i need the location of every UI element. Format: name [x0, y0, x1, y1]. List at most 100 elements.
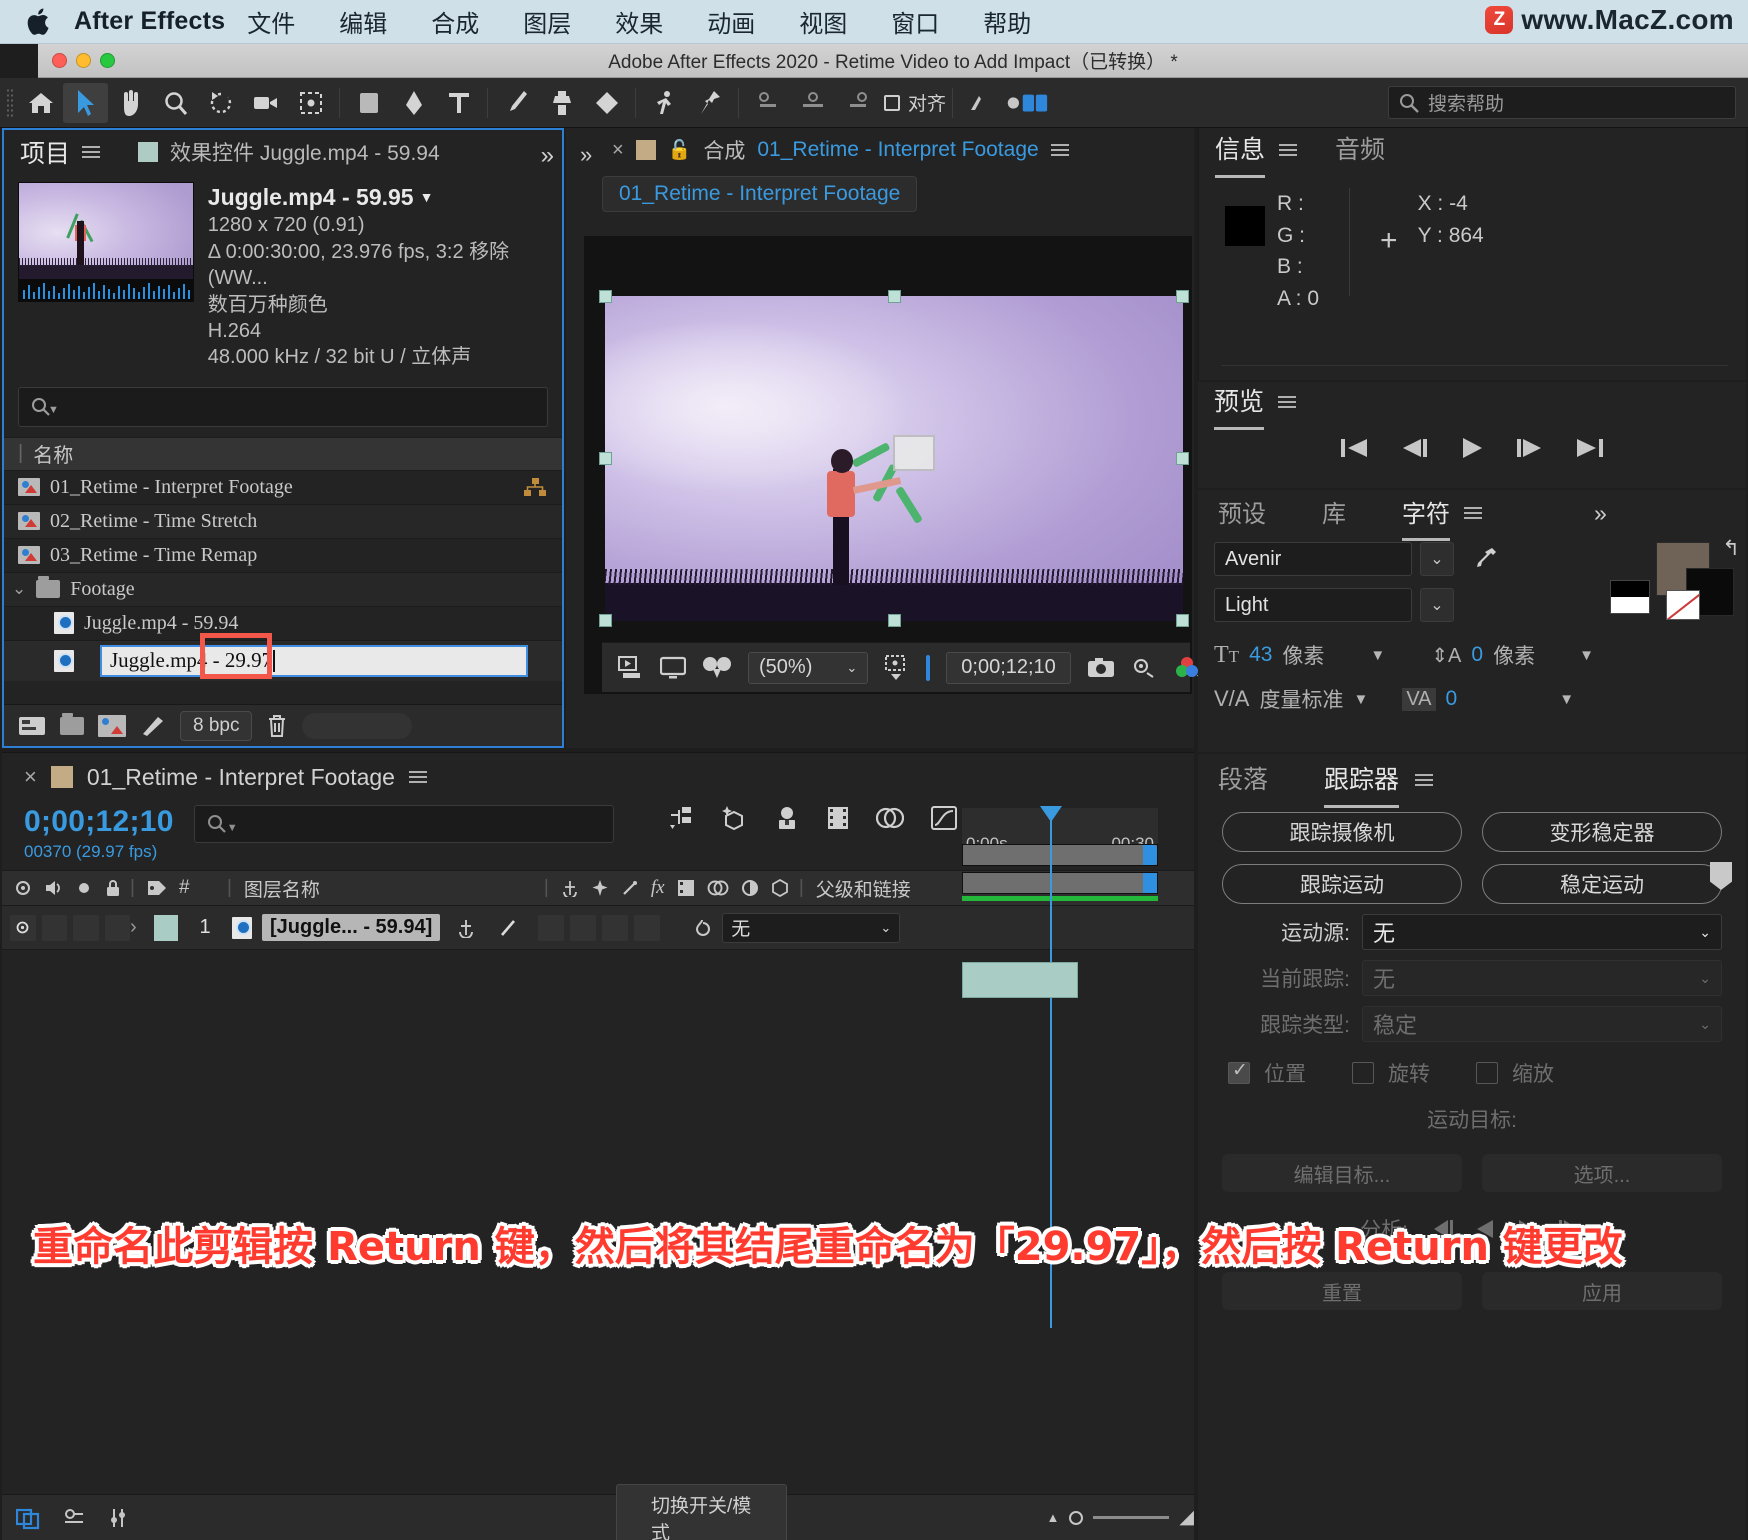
footage-dropdown-icon[interactable]: ▼ [420, 188, 434, 206]
time-ruler[interactable]: 0:00s 00:30 [962, 808, 1158, 866]
lock-icon[interactable]: 🔓 [668, 138, 692, 162]
last-frame-icon[interactable] [1575, 436, 1605, 460]
timeline-current-time[interactable]: 0;00;12;10 [24, 805, 174, 839]
hand-tool-icon[interactable] [108, 83, 153, 123]
composition-mini-flowchart-icon[interactable] [668, 806, 694, 830]
menu-item-view[interactable]: 视图 [777, 4, 869, 39]
swap-colors-icon[interactable]: ↰ [1722, 536, 1740, 561]
delete-icon[interactable] [266, 714, 288, 738]
tab-audio[interactable]: 音频 [1335, 130, 1385, 170]
project-rename-row[interactable]: Juggle.mp4 - 29.97 [4, 632, 562, 681]
menu-item-file[interactable]: 文件 [225, 4, 317, 39]
tab-paragraph[interactable]: 段落 [1218, 760, 1268, 800]
toggle-switches-modes-button[interactable]: 切换开关/模式 [616, 1483, 787, 1540]
comp-flowchart-icon[interactable] [524, 477, 546, 498]
black-white-swatch-icon[interactable] [1610, 580, 1650, 614]
kerning-value[interactable]: 度量标准 [1259, 684, 1343, 714]
zoom-in-icon[interactable]: ◢ [1179, 1506, 1194, 1529]
timeline-search-dropdown-icon[interactable]: ▼ [227, 822, 238, 834]
selection-handle[interactable] [888, 290, 901, 303]
project-item-row[interactable]: 01_Retime - Interpret Footage [4, 471, 562, 505]
graph-editor-icon[interactable] [930, 805, 958, 831]
info-panel-menu-icon[interactable] [1279, 141, 1298, 159]
project-footer-pill[interactable] [302, 712, 413, 739]
zoom-tool-icon[interactable] [153, 83, 198, 123]
tab-effect-controls[interactable]: 效果控件 Juggle.mp4 - 59.94 [170, 137, 440, 167]
layer-audio-toggle[interactable] [41, 914, 67, 941]
menu-item-animation[interactable]: 动画 [685, 4, 777, 39]
layer-duration-bar[interactable] [962, 962, 1078, 998]
work-area-end-handle[interactable] [1143, 845, 1157, 865]
selection-handle[interactable] [599, 290, 612, 303]
layer-disclosure-icon[interactable]: › [130, 916, 154, 939]
project-folder-row[interactable]: ⌄ Footage [4, 572, 562, 607]
first-frame-icon[interactable] [1339, 436, 1369, 460]
font-style-input[interactable]: Light [1214, 588, 1412, 622]
layer-lock-toggle[interactable] [104, 914, 130, 941]
panel-expand-chevron-icon[interactable]: » [541, 142, 554, 170]
motion-source-select[interactable]: 无 ⌄ [1362, 914, 1722, 950]
pen-tool-icon[interactable] [391, 83, 436, 123]
stabilize-motion-button[interactable]: 稳定运动 [1482, 864, 1722, 904]
clone-stamp-tool-icon[interactable] [539, 83, 584, 123]
timeline-zoom-slider[interactable]: ▲ ◢ [1047, 1506, 1195, 1529]
timeline-search-input[interactable]: ▼ [193, 805, 614, 843]
tab-tracker[interactable]: 跟踪器 [1324, 760, 1400, 808]
column-name-label[interactable]: 名称 [33, 439, 73, 468]
workspace-settings-icon[interactable] [1004, 83, 1049, 123]
prev-frame-icon[interactable] [1399, 436, 1429, 460]
layer-visibility-toggle[interactable] [10, 914, 36, 941]
layer-switch-3[interactable] [602, 914, 629, 941]
font-family-dropdown-icon[interactable]: ⌄ [1420, 542, 1454, 576]
new-folder-icon[interactable] [60, 712, 84, 735]
graph-toggle-icon[interactable] [62, 1506, 86, 1530]
menu-item-composition[interactable]: 合成 [409, 4, 501, 39]
pan-behind-tool-icon[interactable] [288, 83, 333, 123]
timeline-panel-menu-icon[interactable] [408, 768, 427, 786]
layer-parent-pick-whip-icon[interactable] [688, 917, 711, 939]
align-center-icon[interactable] [790, 83, 835, 123]
time-navigator-bar[interactable] [962, 872, 1158, 894]
shape-tool-icon[interactable] [346, 83, 391, 123]
roto-brush-tool-icon[interactable] [642, 83, 687, 123]
close-icon[interactable]: × [612, 139, 624, 162]
zoom-slider-knob[interactable] [1069, 1510, 1084, 1525]
tab-preview[interactable]: 预览 [1214, 382, 1265, 430]
zoom-out-icon[interactable]: ▲ [1047, 1510, 1060, 1525]
project-item-row[interactable]: 03_Retime - Time Remap [4, 539, 562, 573]
folder-disclosure-icon[interactable]: ⌄ [12, 579, 26, 599]
menu-item-effect[interactable]: 效果 [593, 4, 685, 39]
font-style-dropdown-icon[interactable]: ⌄ [1420, 588, 1454, 622]
align-left-icon[interactable] [745, 83, 790, 123]
rotation-tool-icon[interactable] [198, 83, 243, 123]
project-item-row[interactable]: Juggle.mp4 - 59.94 [4, 607, 562, 641]
selection-handle[interactable] [888, 614, 901, 627]
help-search-input[interactable]: 搜索帮助 [1388, 86, 1736, 119]
adjustment-icon[interactable] [140, 715, 166, 737]
frame-blending-icon[interactable] [826, 805, 850, 831]
show-snapshot-icon[interactable] [1131, 657, 1159, 679]
work-area-bar[interactable] [962, 844, 1158, 866]
no-color-swatch-icon[interactable] [1666, 590, 1700, 620]
layer-switch-2[interactable] [570, 914, 597, 941]
font-size-value[interactable]: 43 [1249, 643, 1272, 667]
selection-handle[interactable] [599, 452, 612, 465]
font-size-dropdown-icon[interactable]: ▼ [1370, 647, 1385, 664]
monitor-icon[interactable] [660, 656, 686, 680]
menu-item-help[interactable]: 帮助 [961, 4, 1053, 39]
next-frame-icon[interactable] [1515, 436, 1545, 460]
home-icon[interactable] [18, 83, 63, 123]
project-panel-menu-icon[interactable] [82, 143, 101, 161]
tab-presets[interactable]: 预设 [1218, 494, 1266, 533]
workspace-icon[interactable] [959, 83, 1004, 123]
character-panel-expand-icon[interactable]: » [1594, 500, 1607, 527]
tracking-value[interactable]: 0 [1446, 687, 1458, 711]
brush-tool-icon[interactable] [494, 83, 539, 123]
close-icon[interactable]: × [24, 764, 37, 790]
search-dropdown-icon[interactable]: ▼ [48, 404, 59, 416]
track-motion-button[interactable]: 跟踪运动 [1222, 864, 1462, 904]
project-search-input[interactable]: ▼ [18, 386, 548, 427]
apple-logo-icon[interactable] [18, 7, 62, 37]
time-navigator-end-handle[interactable] [1143, 873, 1157, 893]
bit-depth-button[interactable]: 8 bpc [180, 710, 253, 741]
